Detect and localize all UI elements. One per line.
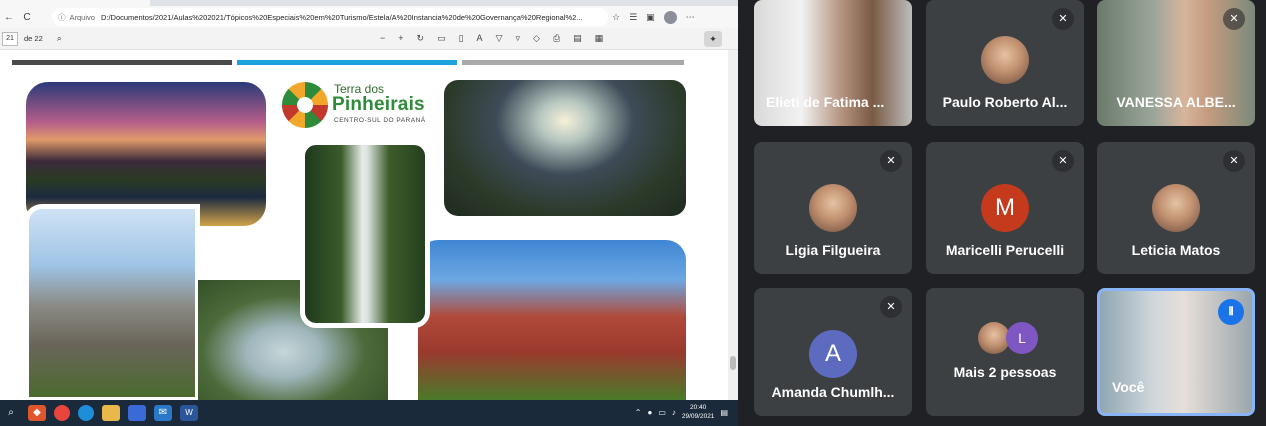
protocol-label: Arquivo (69, 12, 95, 22)
participant-name: Você (1112, 379, 1145, 395)
header-bar-blue (237, 60, 457, 65)
scroll-thumb[interactable] (730, 356, 736, 370)
browser-actions: ☆ ☰ ▣ ⋯ (612, 11, 695, 24)
pdf-page: Terra dos Pinheirais CENTRO-SUL DO PARAN… (0, 50, 738, 402)
back-icon[interactable]: ← (0, 12, 18, 23)
refresh-icon[interactable]: C (18, 12, 36, 23)
microphone-icon[interactable]: ● (647, 408, 652, 417)
store-icon[interactable] (128, 405, 146, 421)
draw-icon[interactable]: ▽ (496, 33, 503, 44)
logo-line-2: Pinheirais (332, 94, 425, 115)
zoom-in-icon[interactable]: + (398, 33, 403, 44)
text-options-icon[interactable]: A (477, 33, 483, 44)
word-icon[interactable]: W (180, 405, 198, 421)
brave-icon[interactable]: ◆ (28, 405, 46, 421)
chrome-icon[interactable] (54, 405, 70, 421)
pdf-toolbar: 21 de 22 ⌕ − + ↻ ▭ ▯ A ▽ ▿ ◇ ⎙ ▤ ▦ ✦ (0, 28, 738, 50)
save-as-icon[interactable]: ▦ (595, 33, 604, 44)
zoom-out-icon[interactable]: − (380, 33, 385, 44)
network-icon[interactable]: ▭ (658, 408, 666, 417)
read-aloud-icon[interactable]: ☆ (612, 12, 620, 24)
terra-dos-pinheirais-logo: Terra dos Pinheirais CENTRO-SUL DO PARAN… (280, 80, 440, 130)
screen: ← C ⓘ Arquivo D:/Documentos/2021/Aulas%2… (0, 0, 1266, 426)
avatar (981, 36, 1029, 84)
header-bar-dark (12, 60, 232, 65)
page-number-input[interactable]: 21 (2, 31, 18, 46)
windows-taskbar: ⌕ ◆ ✉ W ⌃ ● ▭ ♪ 20:40 29/09/2021 ▤ (0, 400, 738, 426)
mic-off-icon: ✕ (1052, 8, 1074, 30)
participant-tile[interactable]: ✕ M Maricelli Perucelli (926, 142, 1084, 274)
participant-name: VANESSA ALBE... (1116, 94, 1236, 110)
more-icon[interactable]: ⋯ (686, 12, 695, 24)
save-icon[interactable]: ▤ (573, 33, 582, 44)
info-icon[interactable]: ⓘ (58, 12, 66, 23)
wooden-church-photo (24, 204, 200, 402)
participant-tile[interactable]: ✕ VANESSA ALBE... (1097, 0, 1255, 126)
mic-off-icon: ✕ (1052, 150, 1074, 172)
participant-tile[interactable]: ✕ Paulo Roberto Al... (926, 0, 1084, 126)
clock[interactable]: 20:40 29/09/2021 (682, 403, 715, 421)
mic-off-icon: ✕ (880, 150, 902, 172)
more-participants-label: Mais 2 pessoas (953, 364, 1057, 380)
print-icon[interactable]: ⎙ (553, 33, 560, 44)
avatar (1152, 184, 1200, 232)
page-total: de 22 (24, 34, 43, 43)
address-bar[interactable]: ⓘ Arquivo D:/Documentos/2021/Aulas%20202… (52, 8, 608, 26)
participant-name: Paulo Roberto Al... (942, 94, 1068, 110)
more-avatars: L (978, 322, 1038, 354)
mic-off-icon: ✕ (1223, 8, 1245, 30)
scrollbar[interactable] (728, 50, 738, 400)
address-toolbar: ← C ⓘ Arquivo D:/Documentos/2021/Aulas%2… (0, 6, 738, 28)
participant-name: Maricelli Perucelli (945, 242, 1065, 258)
avatar (809, 184, 857, 232)
participant-name: Leticia Matos (1131, 242, 1221, 258)
pin-icon[interactable]: ✦ (704, 31, 722, 47)
chevron-up-icon[interactable]: ⌃ (635, 408, 642, 417)
avatar-initial: A (809, 330, 857, 378)
header-bar-gray (462, 60, 684, 65)
profile-avatar[interactable] (663, 11, 677, 24)
participant-tile[interactable]: ✕ Ligia Filgueira (754, 142, 912, 274)
avatar-initial: L (1006, 322, 1038, 354)
logo-flower-icon (282, 82, 328, 128)
logo-line-3: CENTRO-SUL DO PARANÁ (334, 117, 426, 124)
self-tile[interactable]: ⫴ Você (1097, 288, 1255, 416)
participant-tile[interactable]: Elieti de Fatima ... (754, 0, 912, 126)
pdf-tools: − + ↻ ▭ ▯ A ▽ ▿ ◇ ⎙ ▤ ▦ (380, 33, 603, 44)
mic-off-icon: ✕ (1223, 150, 1245, 172)
system-tray: ⌃ ● ▭ ♪ 20:40 29/09/2021 ▤ (635, 403, 728, 421)
waterfall-photo (300, 140, 430, 328)
highlight-icon[interactable]: ▿ (515, 33, 520, 44)
favorites-icon[interactable]: ☰ (629, 12, 637, 24)
participant-name: Ligia Filgueira (785, 242, 881, 258)
page-view-icon[interactable]: ▯ (459, 33, 464, 44)
avatar-initial: M (981, 184, 1029, 232)
mail-icon[interactable]: ✉ (154, 405, 172, 421)
volume-icon[interactable]: ♪ (672, 408, 676, 417)
url-text: D:/Documentos/2021/Aulas%202021/Tópicos%… (100, 12, 583, 22)
red-house-photo (418, 240, 686, 400)
illuminated-park-photo (444, 80, 686, 216)
collections-icon[interactable]: ▣ (646, 12, 655, 24)
edge-icon[interactable] (78, 405, 94, 421)
erase-icon[interactable]: ◇ (533, 33, 540, 44)
participant-name: Amanda Chumlh... (771, 384, 895, 400)
shared-screen: ← C ⓘ Arquivo D:/Documentos/2021/Aulas%2… (0, 0, 738, 426)
participant-tile[interactable]: ✕ Leticia Matos (1097, 142, 1255, 274)
participant-tile[interactable]: ✕ A Amanda Chumlh... (754, 288, 912, 416)
participant-grid: Elieti de Fatima ... ✕ Paulo Roberto Al.… (738, 0, 1266, 426)
clock-time: 20:40 (690, 404, 707, 411)
notifications-icon[interactable]: ▤ (720, 408, 728, 417)
fit-page-icon[interactable]: ▭ (437, 33, 446, 44)
file-explorer-icon[interactable] (102, 405, 120, 421)
more-participants-tile[interactable]: L Mais 2 pessoas (926, 288, 1084, 416)
speaking-indicator-icon: ⫴ (1218, 299, 1244, 325)
mic-off-icon: ✕ (880, 296, 902, 318)
rotate-icon[interactable]: ↻ (417, 33, 425, 44)
search-icon[interactable]: ⌕ (2, 405, 20, 421)
search-icon[interactable]: ⌕ (57, 33, 62, 44)
participant-name: Elieti de Fatima ... (766, 94, 885, 110)
clock-date: 29/09/2021 (681, 413, 715, 420)
